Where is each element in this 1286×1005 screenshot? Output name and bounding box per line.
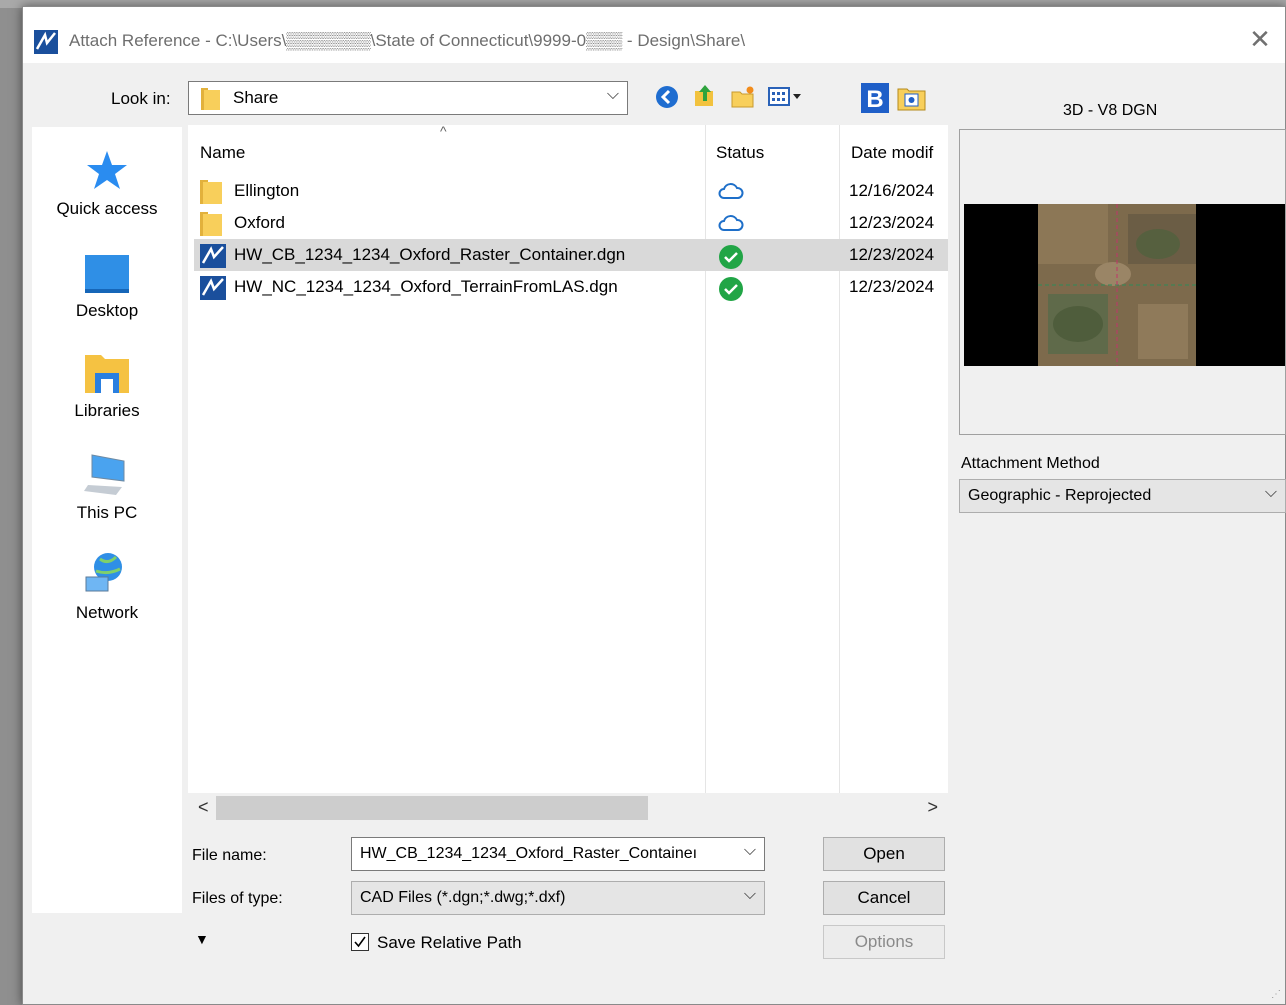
chevron-down-icon[interactable]: ⌵ xyxy=(1265,484,1277,502)
dgn-file-icon xyxy=(200,244,226,268)
attachment-method-label: Attachment Method xyxy=(961,455,1100,472)
star-icon xyxy=(87,151,127,189)
open-button[interactable]: Open xyxy=(823,837,945,871)
options-button[interactable]: Options xyxy=(823,925,945,959)
folder-icon xyxy=(200,212,222,236)
files-of-type-value: CAD Files (*.dgn;*.dwg;*.dxf) xyxy=(360,889,566,906)
list-item[interactable]: HW_NC_1234_1234_Oxford_TerrainFromLAS.dg… xyxy=(194,271,948,303)
libraries-icon xyxy=(85,355,129,393)
file-date: 12/23/2024 xyxy=(849,277,935,296)
files-of-type-select[interactable]: CAD Files (*.dgn;*.dwg;*.dxf) ⌵ xyxy=(351,881,765,915)
computer-icon xyxy=(84,454,125,495)
attachment-method-select[interactable]: Geographic - Reprojected ⌵ xyxy=(959,479,1286,513)
svg-text:B: B xyxy=(866,86,883,113)
file-date: 12/16/2024 xyxy=(849,181,935,200)
place-label: This PC xyxy=(76,503,138,522)
network-icon xyxy=(85,553,122,592)
place-label: Libraries xyxy=(74,401,140,420)
place-label: Network xyxy=(75,603,139,622)
place-label: Desktop xyxy=(75,301,139,320)
look-in-label: Look in: xyxy=(111,89,171,108)
column-header-date[interactable]: Date modif xyxy=(851,143,933,163)
save-relative-path-label[interactable]: Save Relative Path xyxy=(377,933,522,953)
title-bar: Attach Reference - C:\Users\▒▒▒▒▒▒▒\Stat… xyxy=(23,7,1285,63)
file-date: 12/23/2024 xyxy=(849,245,935,264)
window-title: Attach Reference - C:\Users\▒▒▒▒▒▒▒\Stat… xyxy=(69,31,746,50)
new-folder-icon[interactable] xyxy=(731,85,755,109)
file-name: Ellington xyxy=(234,181,300,200)
folder-icon xyxy=(200,180,222,204)
expand-options-icon[interactable]: ▼ xyxy=(195,931,209,947)
check-circle-icon xyxy=(719,245,743,269)
attach-reference-dialog: Attach Reference - C:\Users\▒▒▒▒▒▒▒\Stat… xyxy=(22,6,1286,1005)
close-button[interactable]: ✕ xyxy=(1241,23,1279,55)
place-network[interactable]: Network xyxy=(32,551,182,623)
chevron-down-icon[interactable]: ⌵ xyxy=(607,86,619,104)
place-desktop[interactable]: Desktop xyxy=(32,253,182,321)
column-header-name[interactable]: Name xyxy=(200,143,245,163)
horizontal-scrollbar[interactable]: < > xyxy=(188,793,948,823)
place-this-pc[interactable]: This PC xyxy=(32,451,182,523)
save-relative-path-checkbox[interactable] xyxy=(351,933,369,951)
file-name: Oxford xyxy=(234,213,286,232)
look-in-value: Share xyxy=(233,88,279,107)
list-item[interactable]: HW_CB_1234_1234_Oxford_Raster_Container.… xyxy=(194,239,948,271)
file-name: HW_NC_1234_1234_Oxford_TerrainFromLAS.dg… xyxy=(234,277,618,296)
scroll-right-icon[interactable]: > xyxy=(927,797,938,818)
chevron-down-icon[interactable]: ⌵ xyxy=(744,886,756,904)
place-libraries[interactable]: Libraries xyxy=(32,351,182,421)
cloud-icon xyxy=(718,183,744,199)
back-icon[interactable] xyxy=(655,85,679,109)
preview-title: 3D - V8 DGN xyxy=(1063,102,1158,119)
bentley-icon[interactable]: B xyxy=(861,83,889,113)
look-in-combo[interactable]: Share ⌵ xyxy=(188,81,628,115)
check-circle-icon xyxy=(719,277,743,301)
up-folder-icon[interactable] xyxy=(693,83,717,107)
resize-grip[interactable]: ⋰ xyxy=(1271,989,1281,1000)
preview-pane xyxy=(959,129,1286,435)
preview-image xyxy=(964,204,1285,366)
folder-icon xyxy=(201,88,220,110)
app-icon xyxy=(34,30,58,54)
view-menu-icon[interactable] xyxy=(767,85,803,109)
places-bar: Quick access Desktop Libraries This PC N… xyxy=(32,127,182,913)
place-quick-access[interactable]: Quick access xyxy=(32,149,182,219)
chevron-down-icon[interactable]: ⌵ xyxy=(744,842,756,860)
column-header-status[interactable]: Status xyxy=(716,143,764,163)
cancel-button[interactable]: Cancel xyxy=(823,881,945,915)
dgn-file-icon xyxy=(200,276,226,300)
list-item[interactable]: Oxford 12/23/2024 xyxy=(194,207,948,239)
file-date: 12/23/2024 xyxy=(849,213,935,232)
file-name-input[interactable]: HW_CB_1234_1234_Oxford_Raster_Containeı xyxy=(360,845,740,863)
sort-arrow-icon: ^ xyxy=(440,123,447,139)
checkmark-icon xyxy=(354,936,366,948)
file-name-combo[interactable]: HW_CB_1234_1234_Oxford_Raster_Containeı … xyxy=(351,837,765,871)
scroll-thumb[interactable] xyxy=(216,796,648,820)
scroll-left-icon[interactable]: < xyxy=(198,797,209,818)
attachment-method-value: Geographic - Reprojected xyxy=(968,487,1152,504)
file-list: ^ Name Status Date modif Ellington 12/16… xyxy=(188,123,948,793)
cloud-icon xyxy=(718,215,744,231)
file-name: HW_CB_1234_1234_Oxford_Raster_Container.… xyxy=(234,245,626,264)
files-of-type-label: Files of type: xyxy=(192,890,283,907)
bookmark-folder-icon[interactable] xyxy=(897,85,927,111)
place-label: Quick access xyxy=(56,199,158,218)
aerial-thumbnail xyxy=(1038,204,1196,366)
file-name-label: File name: xyxy=(192,847,267,864)
list-item[interactable]: Ellington 12/16/2024 xyxy=(194,175,948,207)
desktop-icon xyxy=(85,255,129,293)
